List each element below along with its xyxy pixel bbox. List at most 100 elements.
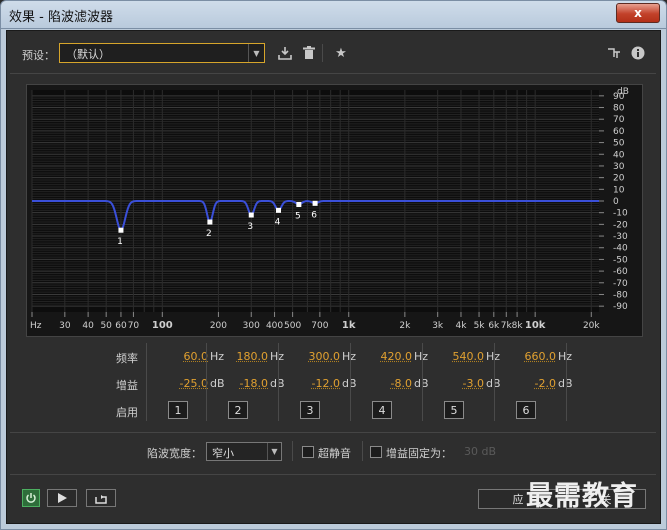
notch-handle-label: 2 <box>206 229 212 239</box>
frequency-tick-label: 3k <box>432 321 444 331</box>
ultra-quiet-checkbox[interactable] <box>302 446 314 458</box>
db-axis: dB9080706050403020100-10-20-30-40-50-60-… <box>599 87 629 312</box>
db-tick-label: 80 <box>613 104 625 114</box>
frequency-value-1[interactable]: 60.0 <box>172 350 209 363</box>
notch-handle[interactable] <box>207 219 213 225</box>
notch-width-select[interactable]: 窄小 ▼ <box>206 442 282 461</box>
gain-value-6[interactable]: -2.0 <box>518 377 556 390</box>
column-divider <box>146 343 147 421</box>
notch-handle-label: 5 <box>295 212 301 222</box>
db-tick-label: -90 <box>613 302 628 312</box>
enable-button-4[interactable]: 4 <box>372 401 392 419</box>
frequency-value-6[interactable]: 660.0 <box>520 350 557 363</box>
column-divider <box>350 343 351 421</box>
db-tick-label: 20 <box>613 174 625 184</box>
db-tick-label: -70 <box>613 279 628 289</box>
column-divider <box>494 343 495 421</box>
preset-value: （默认） <box>66 48 110 61</box>
frequency-value-2[interactable]: 180.0 <box>232 350 269 363</box>
power-toggle-button[interactable] <box>22 489 40 507</box>
frequency-tick-label: 2k <box>399 321 411 331</box>
frequency-tick-label: 100 <box>152 320 173 331</box>
frequency-tick-label: 5k <box>474 321 486 331</box>
notch-handle[interactable] <box>296 202 302 208</box>
watermark-logo: 最需教育 <box>526 481 638 512</box>
save-preset-icon[interactable] <box>277 45 293 61</box>
loop-toggle-button[interactable] <box>86 489 116 507</box>
column-divider <box>206 343 207 421</box>
routing-icon[interactable] <box>606 45 622 61</box>
frequency-tick-label: 8k <box>512 321 524 331</box>
frequency-tick-label: 6k <box>488 321 500 331</box>
db-tick-label: -80 <box>613 290 628 300</box>
params-bottom-divider <box>10 432 656 433</box>
db-tick-label: -20 <box>613 220 628 230</box>
db-tick-label: 60 <box>613 127 625 137</box>
notch-handle-label: 1 <box>117 237 123 247</box>
notch-handle[interactable] <box>275 207 281 213</box>
fixed-gain-value: 30 dB <box>464 445 497 458</box>
frequency-value-5[interactable]: 540.0 <box>448 350 485 363</box>
delete-preset-icon[interactable] <box>301 45 317 61</box>
loop-icon <box>95 494 107 504</box>
frequency-tick-label: 60 <box>115 321 127 331</box>
db-tick-label: 30 <box>613 162 625 172</box>
notch-handle-label: 3 <box>247 222 253 232</box>
frequency-axis: Hz 30 40 50 60 70 100 200 300 400 500 700 1k 2k 3k 4k 5k… <box>30 312 600 331</box>
play-preview-button[interactable] <box>47 489 77 507</box>
frequency-tick-label: 1k <box>342 320 356 331</box>
gain-value-4[interactable]: -8.0 <box>374 377 412 390</box>
db-tick-label: -40 <box>613 244 628 254</box>
chevron-down-icon: ▼ <box>267 443 281 460</box>
frequency-value-3[interactable]: 300.0 <box>304 350 341 363</box>
frequency-tick-label: 500 <box>284 321 301 331</box>
gain-row-label: 增益 <box>116 379 138 392</box>
chevron-down-icon: ▼ <box>248 44 264 62</box>
db-tick-label: -60 <box>613 267 628 277</box>
frequency-tick-label: 50 <box>100 321 112 331</box>
frequency-tick-label: 10k <box>525 320 546 331</box>
window-close-button[interactable]: x <box>616 3 660 23</box>
enable-button-5[interactable]: 5 <box>444 401 464 419</box>
window-title: 效果 - 陷波滤波器 <box>9 10 113 25</box>
frequency-tick-label: 70 <box>128 321 140 331</box>
db-tick-label: 0 <box>613 197 619 207</box>
favorite-star-icon[interactable]: ★ <box>333 45 349 61</box>
db-tick-label: 50 <box>613 139 625 149</box>
title-bar: 效果 - 陷波滤波器 x <box>0 0 667 28</box>
column-divider <box>422 343 423 421</box>
fixed-gain-checkbox[interactable] <box>370 446 382 458</box>
play-icon <box>58 493 67 503</box>
apply-label: 应 <box>512 493 524 506</box>
download-icon <box>278 47 292 60</box>
eq-graph-svg[interactable]: dB9080706050403020100-10-20-30-40-50-60-… <box>26 84 643 337</box>
notch-handle-label: 4 <box>275 217 281 227</box>
enable-button-6[interactable]: 6 <box>516 401 536 419</box>
frequency-tick-label: 300 <box>243 321 260 331</box>
gain-value-2[interactable]: -18.0 <box>230 377 268 390</box>
close-icon: x <box>634 6 642 20</box>
enable-button-1[interactable]: 1 <box>168 401 188 419</box>
fixed-gain-label: 增益固定为： <box>386 447 452 460</box>
notch-width-label: 陷波宽度： <box>147 447 202 460</box>
notch-handle[interactable] <box>118 227 124 233</box>
preset-label: 预设： <box>22 49 55 62</box>
gain-value-3[interactable]: -12.0 <box>302 377 340 390</box>
preset-dropdown[interactable]: （默认） ▼ <box>59 43 265 63</box>
enable-row-label: 启用 <box>116 406 138 419</box>
enable-button-2[interactable]: 2 <box>228 401 248 419</box>
gain-value-5[interactable]: -3.0 <box>446 377 484 390</box>
enable-button-3[interactable]: 3 <box>300 401 320 419</box>
gain-value-1[interactable]: -25.0 <box>170 377 208 390</box>
frequency-tick-label: 700 <box>311 321 328 331</box>
db-tick-label: 90 <box>613 92 625 102</box>
notch-handle[interactable] <box>248 212 254 218</box>
notch-handle[interactable] <box>312 200 318 206</box>
info-icon[interactable] <box>630 45 646 61</box>
ultra-quiet-label: 超静音 <box>318 447 351 460</box>
frequency-tick-label: Hz <box>30 321 42 331</box>
trash-icon <box>303 46 315 59</box>
db-tick-label: -50 <box>613 255 628 265</box>
frequency-value-4[interactable]: 420.0 <box>376 350 413 363</box>
column-divider <box>566 343 567 421</box>
